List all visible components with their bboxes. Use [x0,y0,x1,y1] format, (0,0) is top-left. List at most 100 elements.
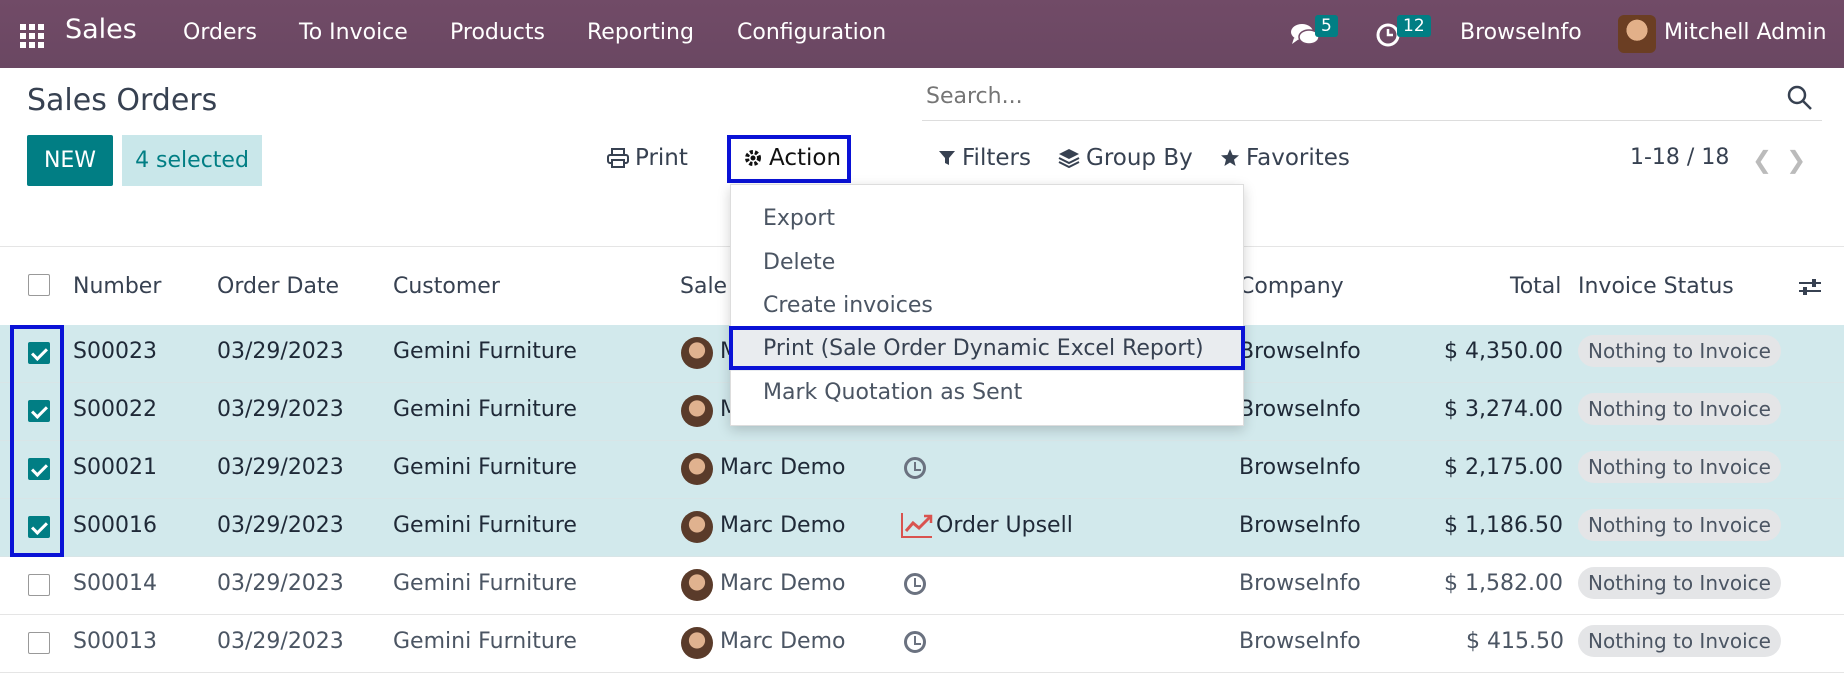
filters-button[interactable]: Filters [938,145,1031,171]
status-badge: Nothing to Invoice [1578,335,1781,367]
search-bar [922,80,1822,121]
customer: Gemini Furniture [393,629,577,654]
order-number: S00021 [73,455,157,480]
col-number[interactable]: Number [73,274,161,299]
status-badge: Nothing to Invoice [1578,509,1781,541]
order-number: S00014 [73,571,157,596]
salesperson-avatar [681,511,713,543]
table-row[interactable]: S00013 03/29/2023 Gemini Furniture Marc … [0,615,1844,673]
table-row[interactable]: S00014 03/29/2023 Gemini Furniture Marc … [0,557,1844,615]
print-label: Print [635,145,688,171]
menu-item-mark-quotation-sent[interactable]: Mark Quotation as Sent [763,380,1022,405]
order-date: 03/29/2023 [217,397,344,422]
table-row[interactable]: S00021 03/29/2023 Gemini Furniture Marc … [0,441,1844,499]
chevron-left-icon[interactable]: ❮ [1752,146,1786,174]
top-navbar: Sales Orders To Invoice Products Reporti… [0,0,1844,68]
salesperson-avatar [681,395,713,427]
order-number: S00016 [73,513,157,538]
apps-menu-icon[interactable] [20,24,44,48]
customer: Gemini Furniture [393,397,577,422]
activities-badge: 12 [1397,15,1431,37]
row-checkbox[interactable] [28,574,50,596]
app-name[interactable]: Sales [65,14,137,45]
col-customer[interactable]: Customer [393,274,500,299]
chevron-right-icon[interactable]: ❯ [1786,146,1820,174]
menu-configuration[interactable]: Configuration [737,20,886,45]
groupby-label: Group By [1086,145,1193,171]
menu-item-highlight-box [729,326,1245,370]
order-date: 03/29/2023 [217,455,344,480]
pager-value[interactable]: 1-18 / 18 [1630,145,1729,170]
printer-icon [607,148,629,168]
user-menu[interactable]: Mitchell Admin [1664,20,1827,45]
salesperson-avatar [681,569,713,601]
total: $ 3,274.00 [1444,397,1563,422]
clock-icon[interactable] [904,457,926,479]
action-highlight-box [727,135,851,183]
menu-orders[interactable]: Orders [183,20,257,45]
customer: Gemini Furniture [393,571,577,596]
search-icon[interactable] [1786,84,1814,112]
status-badge: Nothing to Invoice [1578,567,1781,599]
select-all-checkbox[interactable] [28,274,50,296]
total: $ 1,582.00 [1444,571,1563,596]
filters-label: Filters [962,145,1031,171]
company: BrowseInfo [1239,629,1361,654]
company: BrowseInfo [1239,571,1361,596]
column-settings-icon[interactable] [1798,277,1822,297]
menu-item-create-invoices[interactable]: Create invoices [763,293,933,318]
total: $ 2,175.00 [1444,455,1563,480]
groupby-button[interactable]: Group By [1058,145,1193,171]
status-badge: Nothing to Invoice [1578,393,1781,425]
clock-icon[interactable] [904,573,926,595]
menu-reporting[interactable]: Reporting [587,20,694,45]
favorites-label: Favorites [1246,145,1350,171]
order-number: S00013 [73,629,157,654]
pager-arrows[interactable]: ❮❯ [1752,146,1820,174]
salesperson-avatar [681,337,713,369]
print-button[interactable]: Print [607,145,688,171]
favorites-button[interactable]: Favorites [1220,145,1350,171]
col-salesperson[interactable]: Sale [680,274,727,299]
salesperson-avatar [681,627,713,659]
messages-badge: 5 [1315,15,1338,37]
trend-up-icon[interactable] [900,511,934,539]
col-invoice-status[interactable]: Invoice Status [1578,274,1734,299]
activity-summary[interactable]: Order Upsell [936,513,1073,538]
search-input[interactable] [922,80,1770,113]
company: BrowseInfo [1239,339,1361,364]
new-button[interactable]: NEW [27,135,113,186]
salesperson: Marc Demo [720,571,846,596]
status-badge: Nothing to Invoice [1578,451,1781,483]
company: BrowseInfo [1239,397,1361,422]
user-avatar[interactable] [1618,15,1656,53]
customer: Gemini Furniture [393,455,577,480]
order-number: S00022 [73,397,157,422]
company: BrowseInfo [1239,513,1361,538]
order-date: 03/29/2023 [217,571,344,596]
order-date: 03/29/2023 [217,513,344,538]
company-switcher[interactable]: BrowseInfo [1460,20,1582,45]
customer: Gemini Furniture [393,513,577,538]
order-date: 03/29/2023 [217,339,344,364]
menu-products[interactable]: Products [450,20,545,45]
layers-icon [1058,149,1080,168]
menu-item-delete[interactable]: Delete [763,250,835,275]
col-total[interactable]: Total [1510,274,1561,299]
total: $ 1,186.50 [1444,513,1563,538]
col-company[interactable]: Company [1239,274,1344,299]
action-dropdown-menu: Export Delete Create invoices Print (Sal… [730,184,1244,426]
star-icon [1221,149,1239,166]
salesperson-avatar [681,453,713,485]
status-badge: Nothing to Invoice [1578,625,1781,657]
order-number: S00023 [73,339,157,364]
clock-icon[interactable] [904,631,926,653]
table-row[interactable]: S00016 03/29/2023 Gemini Furniture Marc … [0,499,1844,557]
col-order-date[interactable]: Order Date [217,274,339,299]
row-checkbox[interactable] [28,632,50,654]
menu-item-export[interactable]: Export [763,206,835,231]
selected-count[interactable]: 4 selected [122,135,262,186]
selected-rows-highlight-box [10,325,64,557]
salesperson: Marc Demo [720,455,846,480]
menu-to-invoice[interactable]: To Invoice [299,20,408,45]
